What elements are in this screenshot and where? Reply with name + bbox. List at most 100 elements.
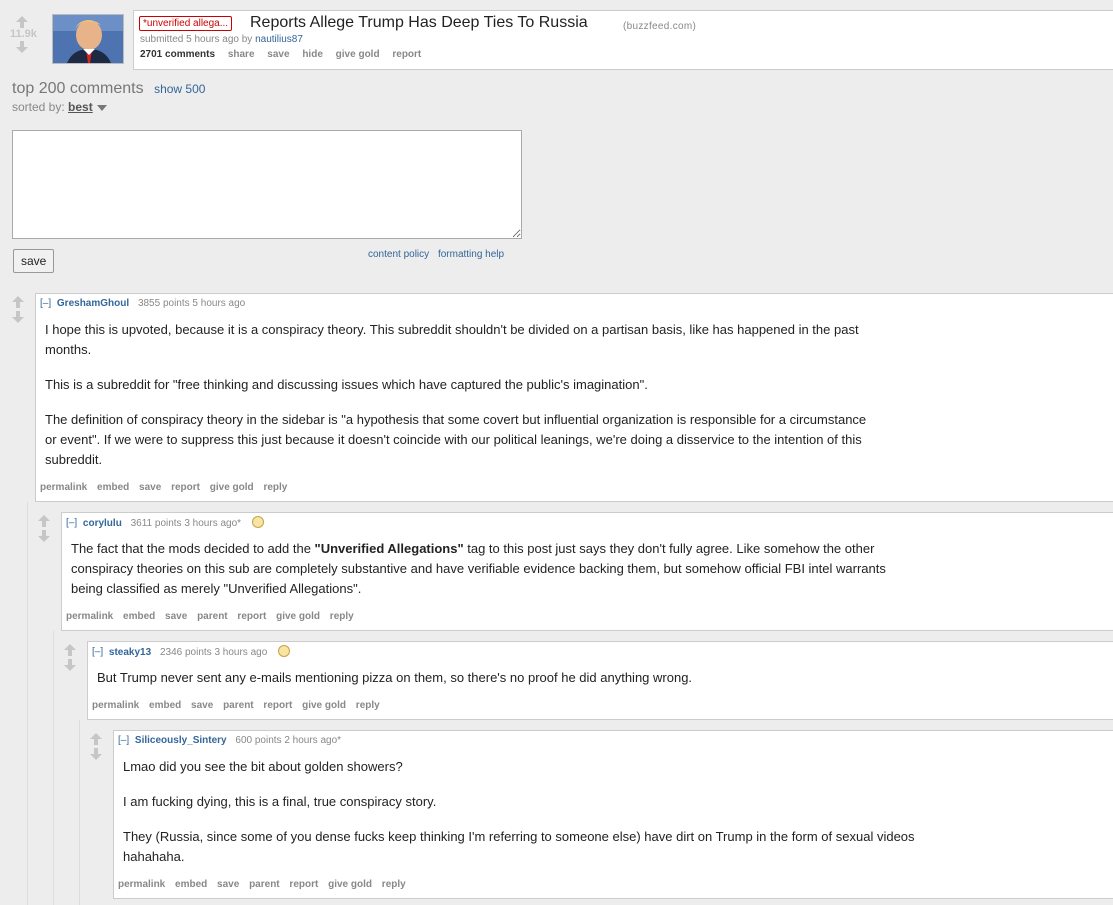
link-entry: *unverified allega... Reports Allege Tru… bbox=[133, 10, 1113, 70]
embed-button[interactable]: embed bbox=[175, 879, 207, 890]
give-gold-button[interactable]: give gold bbox=[336, 49, 380, 60]
reply-button[interactable]: reply bbox=[330, 611, 354, 622]
comment-paragraph: I hope this is upvoted, because it is a … bbox=[45, 322, 859, 357]
upvote-arrow-icon[interactable] bbox=[90, 733, 102, 745]
parent-button[interactable]: parent bbox=[249, 879, 280, 890]
upvote-arrow-icon[interactable] bbox=[12, 296, 24, 308]
embed-button[interactable]: embed bbox=[123, 611, 155, 622]
save-button[interactable]: save bbox=[139, 482, 161, 493]
gilded-icon bbox=[251, 516, 264, 528]
give-gold-button[interactable]: give gold bbox=[276, 611, 320, 622]
report-button[interactable]: report bbox=[237, 611, 266, 622]
comment: [–] corylulu 3611 points 3 hours ago* Th… bbox=[61, 512, 1113, 631]
sort-menu: sorted by: best bbox=[12, 100, 107, 114]
permalink-button[interactable]: permalink bbox=[66, 611, 113, 622]
give-gold-button[interactable]: give gold bbox=[328, 879, 372, 890]
post-buttons: 2701 comments share save hide give gold … bbox=[140, 49, 431, 60]
comment-vote bbox=[64, 644, 76, 671]
give-gold-button[interactable]: give gold bbox=[210, 482, 254, 493]
comment-vote bbox=[90, 733, 102, 760]
permalink-button[interactable]: permalink bbox=[118, 879, 165, 890]
comment: [–] GreshamGhoul 3855 points 5 hours ago… bbox=[35, 293, 1113, 502]
collapse-toggle[interactable]: [–] bbox=[118, 735, 129, 746]
thread-line[interactable] bbox=[79, 720, 80, 905]
downvote-arrow-icon[interactable] bbox=[90, 748, 102, 760]
save-button[interactable]: save bbox=[217, 879, 239, 890]
comment-paragraph: The fact that the mods decided to add th… bbox=[71, 541, 886, 596]
hide-button[interactable]: hide bbox=[302, 49, 323, 60]
reply-button[interactable]: reply bbox=[263, 482, 287, 493]
post-title[interactable]: Reports Allege Trump Has Deep Ties To Ru… bbox=[250, 14, 588, 32]
chevron-down-icon[interactable] bbox=[96, 104, 107, 111]
downvote-arrow-icon[interactable] bbox=[16, 41, 28, 53]
comments-link[interactable]: 2701 comments bbox=[140, 49, 215, 60]
embed-button[interactable]: embed bbox=[149, 700, 181, 711]
comment-author[interactable]: Siliceously_Sintery bbox=[135, 735, 227, 746]
post-tagline: submitted 5 hours ago by nautilius87 bbox=[140, 34, 303, 45]
link-score: 11.9k bbox=[10, 28, 37, 40]
upvote-arrow-icon[interactable] bbox=[16, 16, 28, 28]
upvote-arrow-icon[interactable] bbox=[38, 515, 50, 527]
embed-button[interactable]: embed bbox=[97, 482, 129, 493]
comment-buttons: permalink embed save report give gold re… bbox=[40, 482, 294, 493]
give-gold-button[interactable]: give gold bbox=[302, 700, 346, 711]
sort-dropdown[interactable]: best bbox=[68, 100, 93, 114]
thread-line[interactable] bbox=[53, 631, 54, 905]
downvote-arrow-icon[interactable] bbox=[64, 659, 76, 671]
thread-line[interactable] bbox=[27, 502, 28, 905]
editor-links: content policy formatting help bbox=[368, 249, 510, 260]
save-post-button[interactable]: save bbox=[267, 49, 289, 60]
comment-tagline: [–] corylulu 3611 points 3 hours ago* bbox=[66, 516, 264, 529]
show-more-link[interactable]: show 500 bbox=[154, 82, 205, 96]
comments-count-title: top 200 comments bbox=[12, 80, 144, 97]
comment-author[interactable]: steaky13 bbox=[109, 647, 151, 658]
gilded-icon bbox=[278, 645, 291, 657]
comment-score-time: 2346 points 3 hours ago bbox=[159, 646, 268, 658]
collapse-toggle[interactable]: [–] bbox=[40, 298, 51, 309]
comment-buttons: permalink embed save parent report give … bbox=[118, 879, 413, 890]
comment-paragraph: But Trump never sent any e-mails mention… bbox=[97, 670, 693, 685]
reply-button[interactable]: reply bbox=[382, 879, 406, 890]
comment-score-time: 3611 points 3 hours ago* bbox=[130, 517, 242, 529]
comment: [–] Siliceously_Sintery 600 points 2 hou… bbox=[113, 730, 1113, 899]
comment-vote bbox=[12, 296, 24, 323]
parent-button[interactable]: parent bbox=[223, 700, 254, 711]
formatting-help-link[interactable]: formatting help bbox=[438, 249, 504, 260]
permalink-button[interactable]: permalink bbox=[40, 482, 87, 493]
reply-button[interactable]: reply bbox=[356, 700, 380, 711]
post-domain[interactable]: (buzzfeed.com) bbox=[623, 21, 696, 32]
report-button[interactable]: report bbox=[392, 49, 421, 60]
comment-tagline: [–] GreshamGhoul 3855 points 5 hours ago bbox=[40, 298, 245, 309]
parent-button[interactable]: parent bbox=[197, 611, 228, 622]
comment-author[interactable]: GreshamGhoul bbox=[57, 298, 129, 309]
comment-paragraph: They (Russia, since some of you dense fu… bbox=[123, 829, 915, 864]
report-button[interactable]: report bbox=[263, 700, 292, 711]
collapse-toggle[interactable]: [–] bbox=[66, 518, 77, 529]
report-button[interactable]: report bbox=[171, 482, 200, 493]
upvote-arrow-icon[interactable] bbox=[64, 644, 76, 656]
sorted-by-label: sorted by: bbox=[12, 100, 65, 114]
save-comment-button[interactable]: save bbox=[13, 249, 55, 273]
save-button[interactable]: save bbox=[191, 700, 213, 711]
link-vote-column: 11.9k bbox=[10, 16, 37, 53]
content-policy-link[interactable]: content policy bbox=[368, 249, 429, 260]
comment-tagline: [–] Siliceously_Sintery 600 points 2 hou… bbox=[118, 735, 341, 746]
bold-text: "Unverified Allegations" bbox=[314, 541, 464, 556]
comment: [–] steaky13 2346 points 3 hours ago But… bbox=[87, 641, 1113, 720]
share-button[interactable]: share bbox=[228, 49, 255, 60]
comment-paragraph: The definition of conspiracy theory in t… bbox=[45, 412, 867, 467]
downvote-arrow-icon[interactable] bbox=[38, 530, 50, 542]
comment-tagline: [–] steaky13 2346 points 3 hours ago bbox=[92, 645, 291, 658]
collapse-toggle[interactable]: [–] bbox=[92, 647, 103, 658]
link-flair[interactable]: *unverified allega... bbox=[139, 16, 233, 31]
comment-textarea[interactable] bbox=[12, 130, 522, 239]
comment-author[interactable]: corylulu bbox=[83, 518, 122, 529]
permalink-button[interactable]: permalink bbox=[92, 700, 139, 711]
downvote-arrow-icon[interactable] bbox=[12, 311, 24, 323]
comment-score-time: 600 points 2 hours ago* bbox=[235, 735, 342, 746]
save-button[interactable]: save bbox=[165, 611, 187, 622]
post-thumbnail[interactable] bbox=[52, 14, 124, 64]
post-author[interactable]: nautilius87 bbox=[255, 34, 303, 45]
comment-vote bbox=[38, 515, 50, 542]
report-button[interactable]: report bbox=[289, 879, 318, 890]
